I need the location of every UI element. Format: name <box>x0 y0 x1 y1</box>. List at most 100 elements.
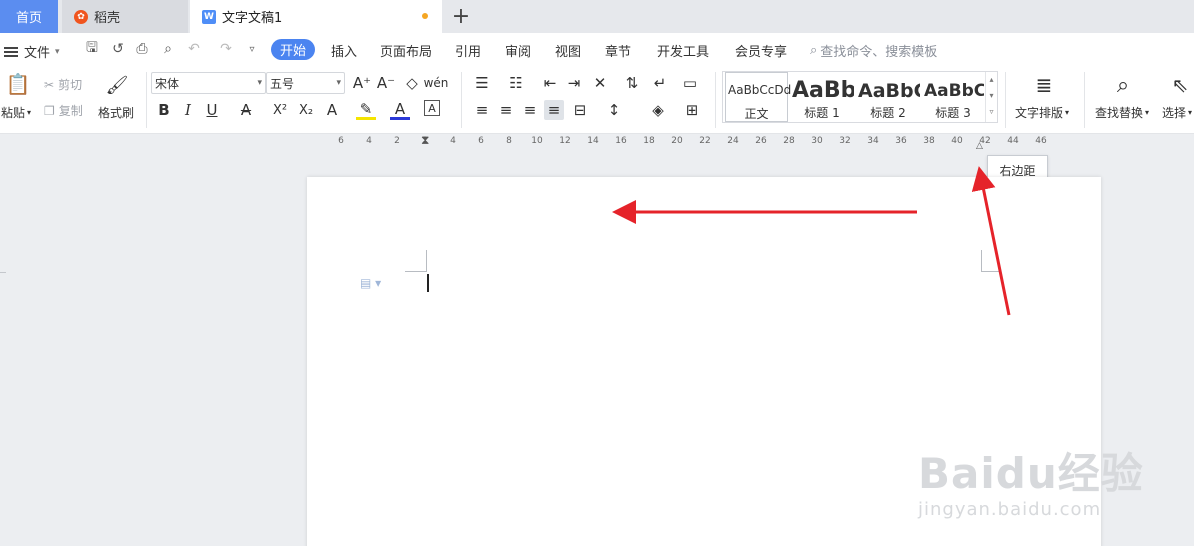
export-icon[interactable]: ↺ <box>110 41 126 57</box>
chevron-down-icon: ▾ <box>1145 108 1150 117</box>
style-name: 标题 2 <box>870 106 906 120</box>
paste-icon[interactable]: 📋 <box>6 72 31 96</box>
distribute-icon[interactable]: ⊟ <box>570 100 590 120</box>
command-search[interactable]: ⌕ 查找命令、搜索模板 <box>810 41 937 60</box>
style-name: 正文 <box>744 107 769 121</box>
style-heading-1[interactable]: AaBb 标题 1 <box>790 72 854 122</box>
align-left-icon[interactable]: ≡ <box>472 100 492 120</box>
scissors-icon: ✂ <box>44 77 55 92</box>
format-painter-icon[interactable]: 🖌 <box>106 72 129 98</box>
ruler-tick-label: 18 <box>643 136 655 146</box>
menu-tab-developer[interactable]: 开发工具 <box>657 41 709 60</box>
shrink-font-icon[interactable]: A⁻ <box>376 73 396 93</box>
daoke-logo-icon: ✿ <box>74 9 88 24</box>
underline-icon[interactable]: U <box>202 100 222 120</box>
menu-tab-start-label: 开始 <box>279 44 306 59</box>
menu-tab-insert[interactable]: 插入 <box>331 41 357 60</box>
menu-tab-review[interactable]: 审阅 <box>505 41 531 60</box>
menu-tab-references[interactable]: 引用 <box>455 41 481 60</box>
undo-icon[interactable]: ↶ <box>186 41 202 57</box>
clear-format-icon[interactable]: ◇ <box>402 73 422 93</box>
find-replace-button[interactable]: 查找替换 ▾ <box>1095 104 1149 121</box>
shading-icon[interactable]: ◈ <box>648 100 668 120</box>
styles-scroll[interactable]: ▴ ▾ ▿ <box>985 72 997 122</box>
left-indent-marker-icon[interactable]: ⧗ <box>421 133 429 148</box>
font-color-icon[interactable]: A <box>390 100 410 120</box>
select-cursor-icon[interactable]: ⇖ <box>1167 72 1193 98</box>
watermark-url: jingyan.baidu.com <box>918 499 1102 520</box>
ruler-tick-label: 22 <box>699 136 711 146</box>
style-sample: AaBbCcDd <box>728 83 792 97</box>
tab-home[interactable]: 首页 <box>0 0 58 33</box>
text-layout-label: 文字排版 <box>1015 106 1064 120</box>
sort-icon[interactable]: ⇅ <box>622 73 642 93</box>
divider <box>461 72 462 128</box>
decrease-indent-icon[interactable]: ⇤ <box>540 73 560 93</box>
style-heading-2[interactable]: AaBbC 标题 2 <box>856 72 920 122</box>
char-border-icon[interactable]: A <box>424 100 440 116</box>
align-right-icon[interactable]: ≡ <box>520 100 540 120</box>
text-layout-icon[interactable]: ≣ <box>1031 72 1057 98</box>
file-menu[interactable]: 文件 ▾ <box>4 42 60 61</box>
quick-access-more-icon[interactable]: ▿ <box>244 41 260 57</box>
save-icon[interactable]: 🖫 <box>84 40 100 57</box>
numbering-icon[interactable]: ☷ <box>506 73 526 93</box>
chinese-layout-icon[interactable]: ✕ <box>590 73 610 93</box>
style-heading-3[interactable]: AaBbC 标题 3 <box>922 72 984 122</box>
italic-icon[interactable]: I <box>178 100 198 120</box>
tab-document-label: 文字文稿1 <box>222 11 283 26</box>
style-normal[interactable]: AaBbCcDd 正文 <box>725 72 792 122</box>
justify-icon[interactable]: ≡ <box>544 100 564 120</box>
menu-tab-view[interactable]: 视图 <box>555 41 581 60</box>
align-center-icon[interactable]: ≡ <box>496 100 516 120</box>
horizontal-ruler[interactable]: 6 4 2 2 4 6 8 10 12 14 16 18 20 22 24 26 28 30 32 34 36 38 40 4… <box>0 133 1194 152</box>
subscript-icon[interactable]: X₂ <box>296 100 316 120</box>
menu-tab-start[interactable]: 开始 <box>271 39 315 60</box>
divider <box>715 72 716 128</box>
ribbon-toolbar: 📋 粘贴 ▾ ✂ 剪切 ❐ 复制 🖌 格式刷 宋体 ▾ 五号 ▾ A⁺ A⁻ ◇ wén … <box>0 66 1194 134</box>
font-size-select[interactable]: 五号 ▾ <box>266 72 345 94</box>
ruler-icon[interactable]: ▭ <box>680 73 700 93</box>
print-preview-icon[interactable]: ⌕ <box>160 41 176 57</box>
highlight-icon[interactable]: ✎ <box>356 100 376 120</box>
copy-button[interactable]: ❐ 复制 <box>44 102 83 119</box>
grow-font-icon[interactable]: A⁺ <box>352 73 372 93</box>
ruler-tick-label: 16 <box>615 136 627 146</box>
ruler-tick-label: 2 <box>394 136 400 146</box>
menu-tab-member[interactable]: 会员专享 <box>735 41 787 60</box>
new-tab-button[interactable]: + <box>450 3 472 29</box>
copy-label: 复制 <box>58 104 83 118</box>
font-name-select[interactable]: 宋体 ▾ <box>151 72 266 94</box>
paste-button[interactable]: 粘贴 ▾ <box>1 104 31 121</box>
print-icon[interactable]: ⎙ <box>134 41 150 57</box>
right-margin-marker-icon[interactable]: △ <box>976 141 983 151</box>
redo-icon[interactable]: ↷ <box>218 41 234 57</box>
strikethrough-icon[interactable]: A <box>236 100 256 120</box>
bullets-icon[interactable]: ☰ <box>472 73 492 93</box>
tab-daoke[interactable]: ✿ 稻壳 <box>62 0 188 33</box>
borders-icon[interactable]: ⊞ <box>682 100 702 120</box>
superscript-icon[interactable]: X² <box>270 100 290 120</box>
tab-document[interactable]: W 文字文稿1 <box>190 0 442 33</box>
menu-tab-section[interactable]: 章节 <box>605 41 631 60</box>
tab-daoke-label: 稻壳 <box>94 11 121 26</box>
text-layout-button[interactable]: 文字排版 ▾ <box>1015 104 1069 121</box>
unsaved-dot-icon <box>422 13 428 19</box>
ruler-tick-label: 34 <box>867 136 879 146</box>
ruler-tick-label: 20 <box>671 136 683 146</box>
format-painter-button[interactable]: 格式刷 <box>98 104 134 121</box>
phonetic-guide-icon[interactable]: wén <box>424 73 449 93</box>
chevron-down-icon: ▾ <box>1188 108 1193 117</box>
show-marks-icon[interactable]: ↵ <box>650 73 670 93</box>
increase-indent-icon[interactable]: ⇥ <box>564 73 584 93</box>
cut-button[interactable]: ✂ 剪切 <box>44 76 82 93</box>
menu-tab-layout[interactable]: 页面布局 <box>380 41 432 60</box>
bold-icon[interactable]: B <box>154 100 174 120</box>
paragraph-layout-icon[interactable]: ▤ ▾ <box>360 276 381 290</box>
find-replace-icon[interactable]: ⌕ <box>1110 72 1136 98</box>
margin-corner-top-right <box>981 250 1001 272</box>
paste-dropdown-icon: ▾ <box>27 108 32 117</box>
line-spacing-icon[interactable]: ↕ <box>604 100 624 120</box>
text-effect-icon[interactable]: A <box>322 100 342 120</box>
select-button[interactable]: 选择 ▾ <box>1162 104 1192 121</box>
